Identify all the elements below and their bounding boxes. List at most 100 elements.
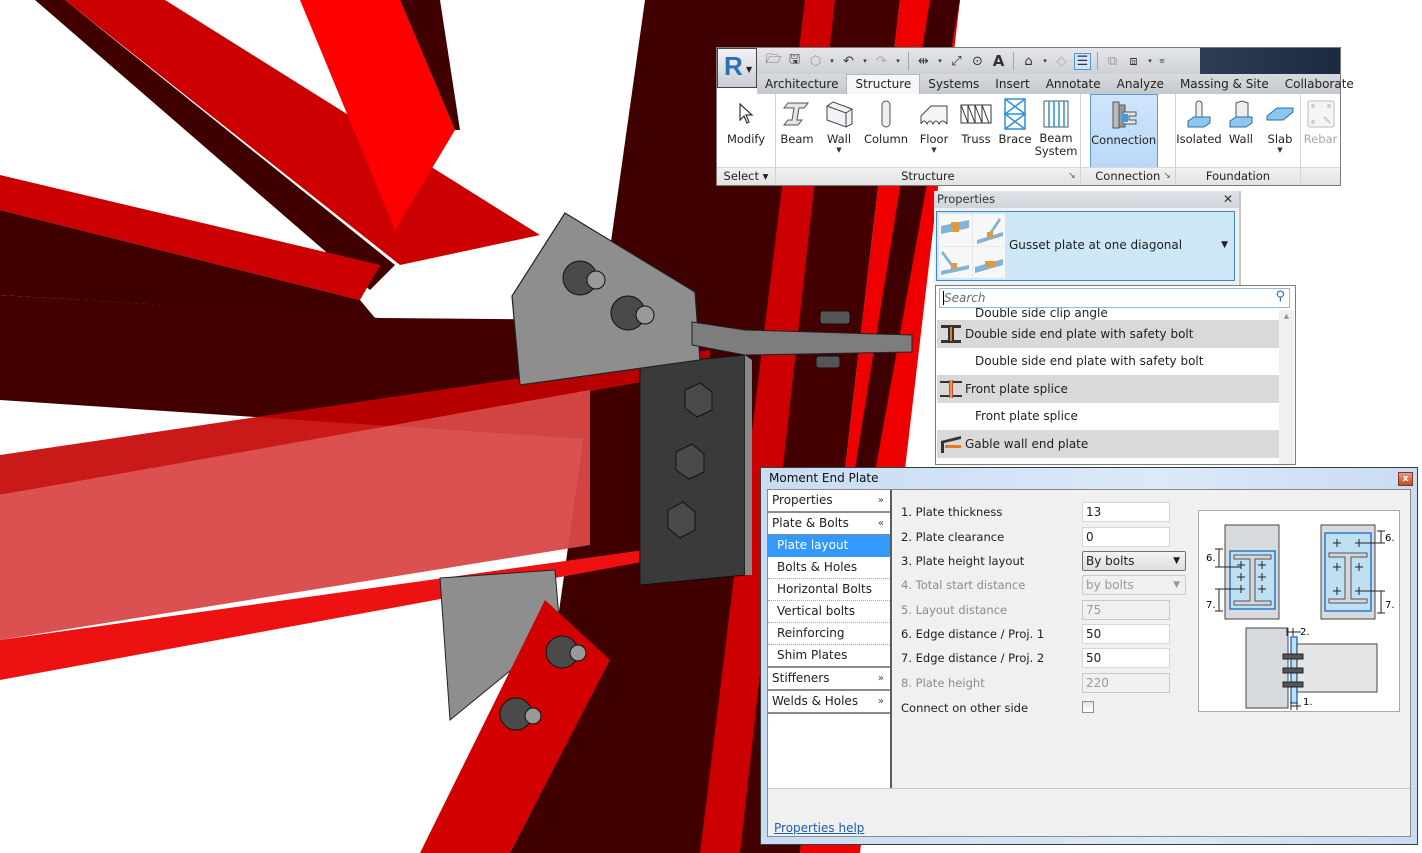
tab-collaborate[interactable]: Collaborate: [1277, 74, 1362, 94]
tab-insert[interactable]: Insert: [987, 74, 1037, 94]
dialog-launcher-icon[interactable]: ↘: [1163, 168, 1171, 185]
text-icon[interactable]: A: [990, 52, 1007, 70]
edge-distance-1-input[interactable]: 50: [1082, 624, 1170, 644]
edge-distance-2-input[interactable]: 50: [1082, 648, 1170, 668]
dialog-launcher-icon[interactable]: ↘: [1068, 168, 1076, 185]
nav-item-plate-layout[interactable]: Plate layout: [768, 535, 890, 557]
nav-section-plate-bolts[interactable]: Plate & Bolts «: [768, 513, 890, 535]
scroll-up-icon[interactable]: ▲: [1279, 312, 1294, 320]
measure-icon[interactable]: ⇹: [915, 53, 932, 70]
switch-windows-icon[interactable]: ⧈: [1125, 53, 1142, 70]
nav-item-vertical-bolts[interactable]: Vertical bolts: [768, 601, 890, 623]
chevron-down-icon[interactable]: ▼: [1221, 240, 1228, 250]
moment-end-plate: [639, 354, 752, 586]
truss-icon: [960, 96, 992, 132]
type-selector[interactable]: Gusset plate at one diagonal ▼: [936, 211, 1235, 281]
open-icon[interactable]: 🗁: [765, 52, 782, 70]
connection-button[interactable]: Connection: [1089, 94, 1158, 168]
plate-clearance-input[interactable]: 0: [1082, 527, 1170, 547]
type-selector-value: Gusset plate at one diagonal: [1009, 238, 1183, 252]
close-icon[interactable]: x: [1398, 472, 1413, 486]
list-group-header[interactable]: Double side end plate with safety bolt: [937, 320, 1279, 348]
properties-help-link[interactable]: Properties help: [774, 821, 864, 835]
list-group-header[interactable]: Front plate splice: [937, 375, 1279, 403]
search-icon[interactable]: ⚲: [1275, 289, 1285, 304]
nav-section-stiffeners[interactable]: Stiffeners»: [768, 668, 890, 691]
wall-foundation-button[interactable]: Wall: [1222, 94, 1260, 168]
dimension-icon[interactable]: ⤢: [948, 53, 965, 70]
rebar-button[interactable]: Rebar: [1301, 94, 1340, 168]
dialog-title: Moment End Plate: [769, 471, 879, 485]
connection-thumbnail-icon: [939, 246, 972, 278]
sync-icon[interactable]: ⬡: [807, 53, 824, 70]
nav-item-horizontal-bolts[interactable]: Horizontal Bolts: [768, 579, 890, 601]
search-input[interactable]: Search ⚲: [939, 288, 1290, 308]
plate-layout-diagram: 6. 7. 6. 7. 2. 1.: [1198, 510, 1400, 712]
dim-label-7: 7.: [1385, 600, 1395, 611]
separator: [1097, 52, 1098, 70]
brace-button[interactable]: Brace: [996, 94, 1034, 168]
nav-item-reinforcing[interactable]: Reinforcing: [768, 623, 890, 645]
beam-icon: [782, 96, 812, 132]
3d-view-dropdown-icon[interactable]: ▾: [1041, 53, 1049, 70]
dim-label-1: 1.: [1303, 697, 1313, 708]
column-button[interactable]: Column: [860, 94, 912, 168]
tab-systems[interactable]: Systems: [920, 74, 987, 94]
tab-massing-site[interactable]: Massing & Site: [1172, 74, 1277, 94]
redo-dropdown-icon[interactable]: ▾: [894, 53, 902, 70]
revit-logo: R: [724, 51, 743, 81]
redo-icon[interactable]: ↷: [873, 53, 890, 70]
nav-section-properties[interactable]: Properties»: [768, 490, 890, 513]
tab-annotate[interactable]: Annotate: [1038, 74, 1109, 94]
foundation-panel-label: Foundation: [1175, 167, 1300, 185]
connect-other-side-checkbox[interactable]: [1082, 701, 1094, 713]
close-hidden-icon[interactable]: ⧉: [1104, 53, 1121, 70]
list-item[interactable]: Double side end plate with safety bolt: [937, 348, 1279, 376]
section-icon[interactable]: ◇: [1053, 53, 1070, 70]
chevron-expand-icon: »: [877, 495, 884, 506]
measure-dropdown-icon[interactable]: ▾: [936, 53, 944, 70]
gable-wall-end-plate-icon: [937, 432, 965, 456]
chevron-collapse-icon: «: [877, 518, 884, 529]
tab-architecture[interactable]: Architecture: [757, 74, 846, 94]
nav-item-shim-plates[interactable]: Shim Plates: [768, 645, 890, 668]
select-panel-label[interactable]: Select ▾: [717, 167, 775, 185]
close-icon[interactable]: ✕: [1223, 191, 1233, 208]
undo-icon[interactable]: ↶: [840, 53, 857, 70]
connection-thumbnail-icon: [972, 246, 1005, 278]
nav-section-welds-holes[interactable]: Welds & Holes»: [768, 691, 890, 714]
chevron-expand-icon: »: [877, 673, 884, 684]
3d-view-icon[interactable]: ⌂: [1020, 53, 1037, 70]
switch-windows-dropdown-icon[interactable]: ▾: [1146, 53, 1154, 70]
tab-analyze[interactable]: Analyze: [1109, 74, 1172, 94]
title-bar-area: [1200, 48, 1340, 74]
beam-system-button[interactable]: Beam System: [1034, 94, 1078, 168]
wall-button[interactable]: Wall ▼: [818, 94, 860, 168]
sync-dropdown-icon[interactable]: ▾: [828, 53, 836, 70]
list-group-header[interactable]: Gable wall end plate: [937, 430, 1279, 458]
brace-icon: [1003, 96, 1027, 132]
application-menu-button[interactable]: R ▼: [717, 48, 757, 88]
tab-structure[interactable]: Structure: [846, 74, 921, 94]
wall-icon: [824, 96, 854, 132]
list-item[interactable]: Double side clip angle: [937, 308, 1279, 320]
save-icon[interactable]: 🖫: [786, 52, 803, 70]
plate-height-layout-select[interactable]: By bolts ▼: [1082, 551, 1186, 571]
modify-button[interactable]: Modify: [717, 94, 775, 168]
list-item[interactable]: Front plate splice: [937, 403, 1279, 431]
floor-button[interactable]: Floor ▼: [912, 94, 956, 168]
slab-foundation-button[interactable]: Slab ▼: [1260, 94, 1300, 168]
chevron-down-icon: ▼: [1277, 146, 1283, 154]
undo-dropdown-icon[interactable]: ▾: [861, 53, 869, 70]
connection-thumbnail-icon: [939, 214, 972, 246]
plate-thickness-input[interactable]: 13: [1082, 502, 1170, 522]
nav-item-bolts-holes[interactable]: Bolts & Holes: [768, 557, 890, 579]
customize-icon[interactable]: ≡: [1158, 53, 1166, 70]
thin-lines-icon[interactable]: ☰: [1074, 52, 1091, 70]
scrollbar[interactable]: ▲: [1279, 310, 1294, 464]
beam-button[interactable]: Beam: [776, 94, 818, 168]
column-icon: [878, 96, 894, 132]
isolated-foundation-button[interactable]: Isolated: [1176, 94, 1222, 168]
truss-button[interactable]: Truss: [956, 94, 996, 168]
tag-icon[interactable]: ⊙: [969, 53, 986, 70]
